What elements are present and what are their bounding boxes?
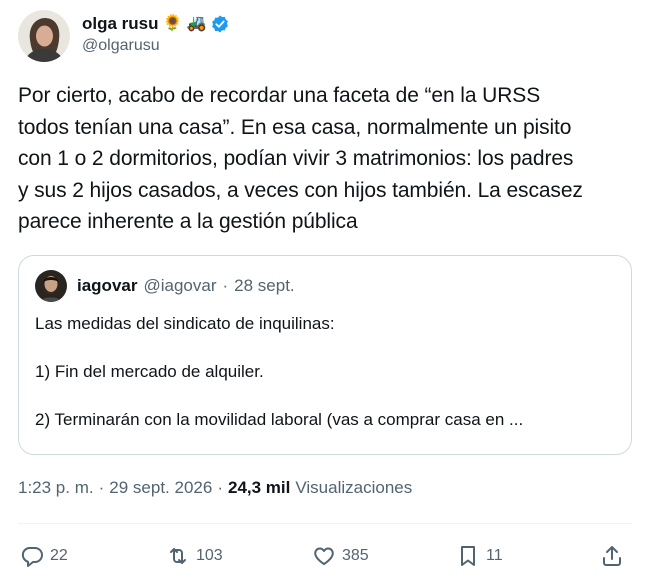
reply-count: 22: [50, 547, 68, 564]
verified-badge-icon[interactable]: [210, 14, 230, 34]
quoted-date: 28 sept.: [234, 276, 295, 295]
share-icon: [600, 544, 624, 568]
share-button[interactable]: [600, 538, 624, 574]
meta-separator: ·: [217, 478, 223, 497]
divider: [18, 523, 632, 524]
repost-icon: [166, 544, 190, 568]
author-avatar[interactable]: [18, 10, 70, 62]
quoted-handle: @iagovar: [143, 276, 217, 295]
quoted-display-name: iagovar: [77, 276, 138, 295]
like-button[interactable]: 385: [312, 538, 369, 574]
quoted-tweet-text: Las medidas del sindicato de inquilinas:…: [35, 314, 524, 429]
tweet-meta: 1:23 p. m. · 29 sept. 2026 · 24,3 mil Vi…: [18, 478, 412, 498]
quoted-tweet-header: iagovar @iagovar · 28 sept.: [35, 270, 295, 302]
like-count: 385: [342, 547, 369, 564]
meta-separator: ·: [98, 478, 105, 497]
tweet-time[interactable]: 1:23 p. m.: [18, 478, 94, 498]
sunflower-emoji: 🌻: [162, 15, 183, 32]
bookmark-count: 11: [486, 547, 503, 564]
bookmark-button[interactable]: 11: [456, 538, 503, 574]
tractor-emoji: 🚜: [186, 15, 207, 32]
action-bar: 22 103 385 11: [18, 538, 632, 574]
quoted-author-avatar: [35, 270, 67, 302]
repost-count: 103: [196, 547, 223, 564]
author-handle[interactable]: @olgarusu: [82, 37, 160, 55]
like-icon: [312, 544, 336, 568]
views-label: Visualizaciones: [295, 478, 413, 497]
views-count: 24,3 mil: [227, 478, 291, 497]
author-display-name[interactable]: olga rusu: [82, 14, 159, 34]
bookmark-icon: [456, 544, 480, 568]
tweet-date[interactable]: 29 sept. 2026: [109, 478, 212, 498]
reply-icon: [20, 544, 44, 568]
quoted-separator: ·: [222, 276, 229, 295]
tweet-text: Por cierto, acabo de recordar una faceta…: [18, 84, 583, 233]
author-name-row: olga rusu 🌻 🚜: [82, 12, 230, 36]
reply-button[interactable]: 22: [20, 538, 68, 574]
repost-button[interactable]: 103: [166, 538, 223, 574]
quoted-tweet-card[interactable]: iagovar @iagovar · 28 sept. Las medidas …: [18, 255, 632, 455]
